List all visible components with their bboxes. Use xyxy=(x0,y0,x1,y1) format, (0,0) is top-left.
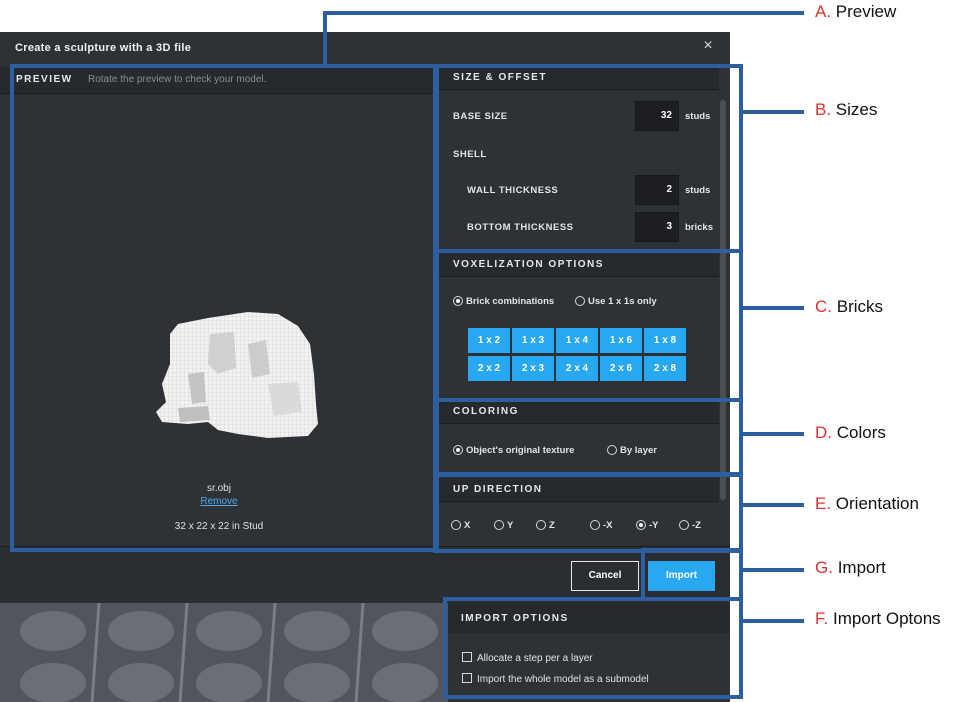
leader-line-import xyxy=(741,568,804,572)
callout-colors: D. Colors xyxy=(815,423,886,443)
baseplate-seam xyxy=(177,603,190,702)
stud xyxy=(284,663,350,702)
leader-line-bricks xyxy=(741,306,804,310)
callout-bricks: C. Bricks xyxy=(815,297,883,317)
callout-preview: A. Preview xyxy=(815,2,896,22)
stud xyxy=(108,663,174,702)
annotation-box-colors xyxy=(433,398,743,476)
stud xyxy=(372,663,438,702)
stud xyxy=(284,611,350,651)
workspace-top xyxy=(0,0,730,32)
stud xyxy=(108,611,174,651)
cancel-button[interactable]: Cancel xyxy=(571,561,639,591)
dialog-title: Create a sculpture with a 3D file xyxy=(15,42,192,54)
callout-text: Import Optons xyxy=(832,609,941,628)
stud xyxy=(196,663,262,702)
callout-letter: F. xyxy=(815,609,829,628)
callout-letter: D. xyxy=(815,423,832,442)
callout-text: Import xyxy=(837,558,886,577)
dialog-footer: Cancel Import xyxy=(0,546,730,603)
callout-import: G. Import xyxy=(815,558,886,578)
baseplate-seam xyxy=(265,603,278,702)
leader-line-colors xyxy=(741,432,804,436)
annotation-box-bricks xyxy=(433,249,743,402)
callout-letter: A. xyxy=(815,2,832,21)
leader-line-orientation xyxy=(741,503,804,507)
callout-text: Sizes xyxy=(835,100,878,119)
callout-import-options: F. Import Optons xyxy=(815,609,941,629)
callout-text: Bricks xyxy=(836,297,884,316)
callout-orientation: E. Orientation xyxy=(815,494,919,514)
callout-letter: G. xyxy=(815,558,833,577)
stud xyxy=(372,611,438,651)
leader-line-sizes xyxy=(741,110,804,114)
callout-sizes: B. Sizes xyxy=(815,100,877,120)
close-icon[interactable]: × xyxy=(699,36,717,56)
annotation-box-import-options xyxy=(443,597,743,699)
baseplate-seam xyxy=(353,603,366,702)
annotation-box-import xyxy=(641,548,743,601)
callout-letter: E. xyxy=(815,494,832,513)
stud xyxy=(20,611,86,651)
callout-text: Preview xyxy=(835,2,897,21)
callout-letter: B. xyxy=(815,100,832,119)
callout-text: Colors xyxy=(836,423,886,442)
stud xyxy=(196,611,262,651)
annotation-box-sizes xyxy=(433,64,743,253)
leader-line-preview xyxy=(323,11,804,15)
stud xyxy=(20,663,86,702)
baseplate-seam xyxy=(89,603,102,702)
annotation-box-preview xyxy=(10,64,439,552)
annotation-box-orientation xyxy=(433,473,743,553)
callout-text: Orientation xyxy=(835,494,919,513)
leader-line-import-options xyxy=(741,619,804,623)
leader-line-preview xyxy=(323,11,327,67)
callout-letter: C. xyxy=(815,297,832,316)
